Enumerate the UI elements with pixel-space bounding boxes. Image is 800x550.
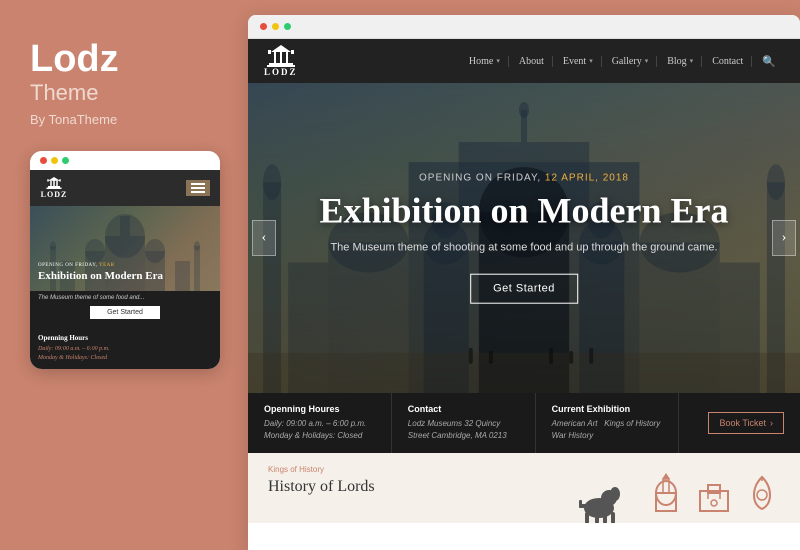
brand-subtitle: Theme [30, 80, 98, 106]
bottom-kings-label: Kings of History [268, 465, 548, 474]
dot-yellow [51, 157, 58, 164]
bottom-kings-title: History of Lords [268, 478, 548, 496]
dot-green [62, 157, 69, 164]
mobile-info-section: Openning Hours Daily: 09:00 a.m. – 6:00 … [30, 328, 220, 369]
hero-cta-button[interactable]: Get Started [470, 273, 578, 303]
hero-next-arrow[interactable]: › [772, 220, 796, 256]
info-hours-text1: Daily: 09:00 a.m. – 6:00 p.m. [264, 418, 375, 430]
desktop-hero-content: OPENING ON FRIDAY, 12 APRIL, 2018 Exhibi… [303, 173, 745, 304]
mobile-cta-button[interactable]: Get Started [90, 306, 160, 319]
desktop-logo-text: LODZ [264, 67, 298, 77]
hero-description: The Museum theme of shooting at some foo… [303, 241, 745, 253]
info-contact-text1: Lodz Museums 32 Quincy [408, 418, 519, 430]
mobile-hero-content: OPENING ON FRIDAY, YEAR Exhibition on Mo… [38, 263, 212, 283]
nav-search[interactable]: 🔍 [754, 55, 784, 68]
bottom-icon-area [648, 465, 780, 511]
info-hours-title: Openning Houres [264, 404, 375, 414]
gallery-chevron-icon: ▾ [645, 57, 649, 65]
mobile-opening-label: OPENING ON FRIDAY, YEAR [38, 263, 212, 268]
left-panel: Lodz Theme By TonaTheme LODZ [0, 0, 248, 550]
bottom-section: Kings of History History of Lords [248, 453, 800, 523]
book-ticket-arrow-icon: › [770, 418, 773, 428]
info-block-exhibition: Current Exhibition American Art Kings of… [536, 393, 680, 453]
info-hours-text2: Monday & Holidays: Closed [264, 430, 375, 442]
bottom-animal-figure [568, 465, 628, 523]
dot-red [40, 157, 47, 164]
info-contact-text2: Street Cambridge, MA 0213 [408, 430, 519, 442]
mobile-info-title: Openning Hours [38, 334, 212, 342]
desktop-hero: OPENING ON FRIDAY, 12 APRIL, 2018 Exhibi… [248, 83, 800, 393]
info-exhibition-text2: War History [552, 430, 663, 442]
browser-dot-green [284, 23, 291, 30]
info-block-contact: Contact Lodz Museums 32 Quincy Street Ca… [392, 393, 536, 453]
brand-by: By TonaTheme [30, 112, 117, 127]
nav-links: Home ▾ About Event ▾ Gallery ▾ Blog ▾ Co… [461, 55, 784, 68]
info-block-hours: Openning Houres Daily: 09:00 a.m. – 6:00… [248, 393, 392, 453]
hero-main-title: Exhibition on Modern Era [303, 192, 745, 232]
desktop-logo: LODZ [264, 45, 298, 77]
bottom-kings-text: Kings of History History of Lords [268, 465, 548, 496]
mobile-mockup: LODZ [30, 151, 220, 369]
browser-dot-yellow [272, 23, 279, 30]
mobile-logo: LODZ [40, 177, 68, 199]
desktop-nav: LODZ Home ▾ About Event ▾ Gallery ▾ Blog… [248, 39, 800, 83]
mobile-hero-title: Exhibition on Modern Era [38, 270, 212, 283]
hero-opening-date: 12 APRIL, 2018 [545, 173, 629, 184]
nav-blog[interactable]: Blog ▾ [659, 56, 702, 67]
mobile-logo-text: LODZ [41, 190, 68, 199]
info-contact-title: Contact [408, 404, 519, 414]
home-chevron-icon: ▾ [496, 57, 500, 65]
info-block-ticket: Book Ticket › [679, 393, 800, 453]
nav-gallery[interactable]: Gallery ▾ [604, 56, 658, 67]
browser-top-bar [248, 15, 800, 39]
nav-contact[interactable]: Contact [704, 56, 752, 67]
mobile-hamburger[interactable] [186, 180, 210, 196]
mobile-nav: LODZ [30, 170, 220, 206]
nav-event[interactable]: Event ▾ [555, 56, 602, 67]
mobile-hero: OPENING ON FRIDAY, YEAR Exhibition on Mo… [30, 206, 220, 291]
hero-prev-arrow[interactable]: ‹ [252, 220, 276, 256]
info-exhibition-text1: American Art Kings of History [552, 418, 663, 430]
book-ticket-label: Book Ticket [719, 418, 766, 428]
brand-title: Lodz [30, 40, 119, 78]
mobile-info-text1: Daily: 09:00 a.m. – 6:00 p.m. [38, 345, 212, 354]
mobile-top-bar [30, 151, 220, 170]
mobile-info-text2: Monday & Holidays: Closed [38, 354, 212, 363]
info-bar: Openning Houres Daily: 09:00 a.m. – 6:00… [248, 393, 800, 453]
book-ticket-button[interactable]: Book Ticket › [708, 412, 784, 434]
mobile-opening-date: YEAR [99, 263, 115, 268]
browser-dot-red [260, 23, 267, 30]
bottom-icon-2 [696, 475, 732, 511]
mobile-hero-desc: The Museum theme of some food and... [38, 295, 212, 301]
hero-opening-label: OPENING ON FRIDAY, 12 APRIL, 2018 [303, 173, 745, 184]
info-exhibition-title: Current Exhibition [552, 404, 663, 414]
event-chevron-icon: ▾ [589, 57, 593, 65]
browser-mockup: LODZ Home ▾ About Event ▾ Gallery ▾ Blog… [248, 15, 800, 550]
nav-home[interactable]: Home ▾ [461, 56, 509, 67]
bottom-icon-1 [648, 475, 684, 511]
bottom-icon-3 [744, 475, 780, 511]
nav-about[interactable]: About [511, 56, 553, 67]
blog-chevron-icon: ▾ [690, 57, 694, 65]
